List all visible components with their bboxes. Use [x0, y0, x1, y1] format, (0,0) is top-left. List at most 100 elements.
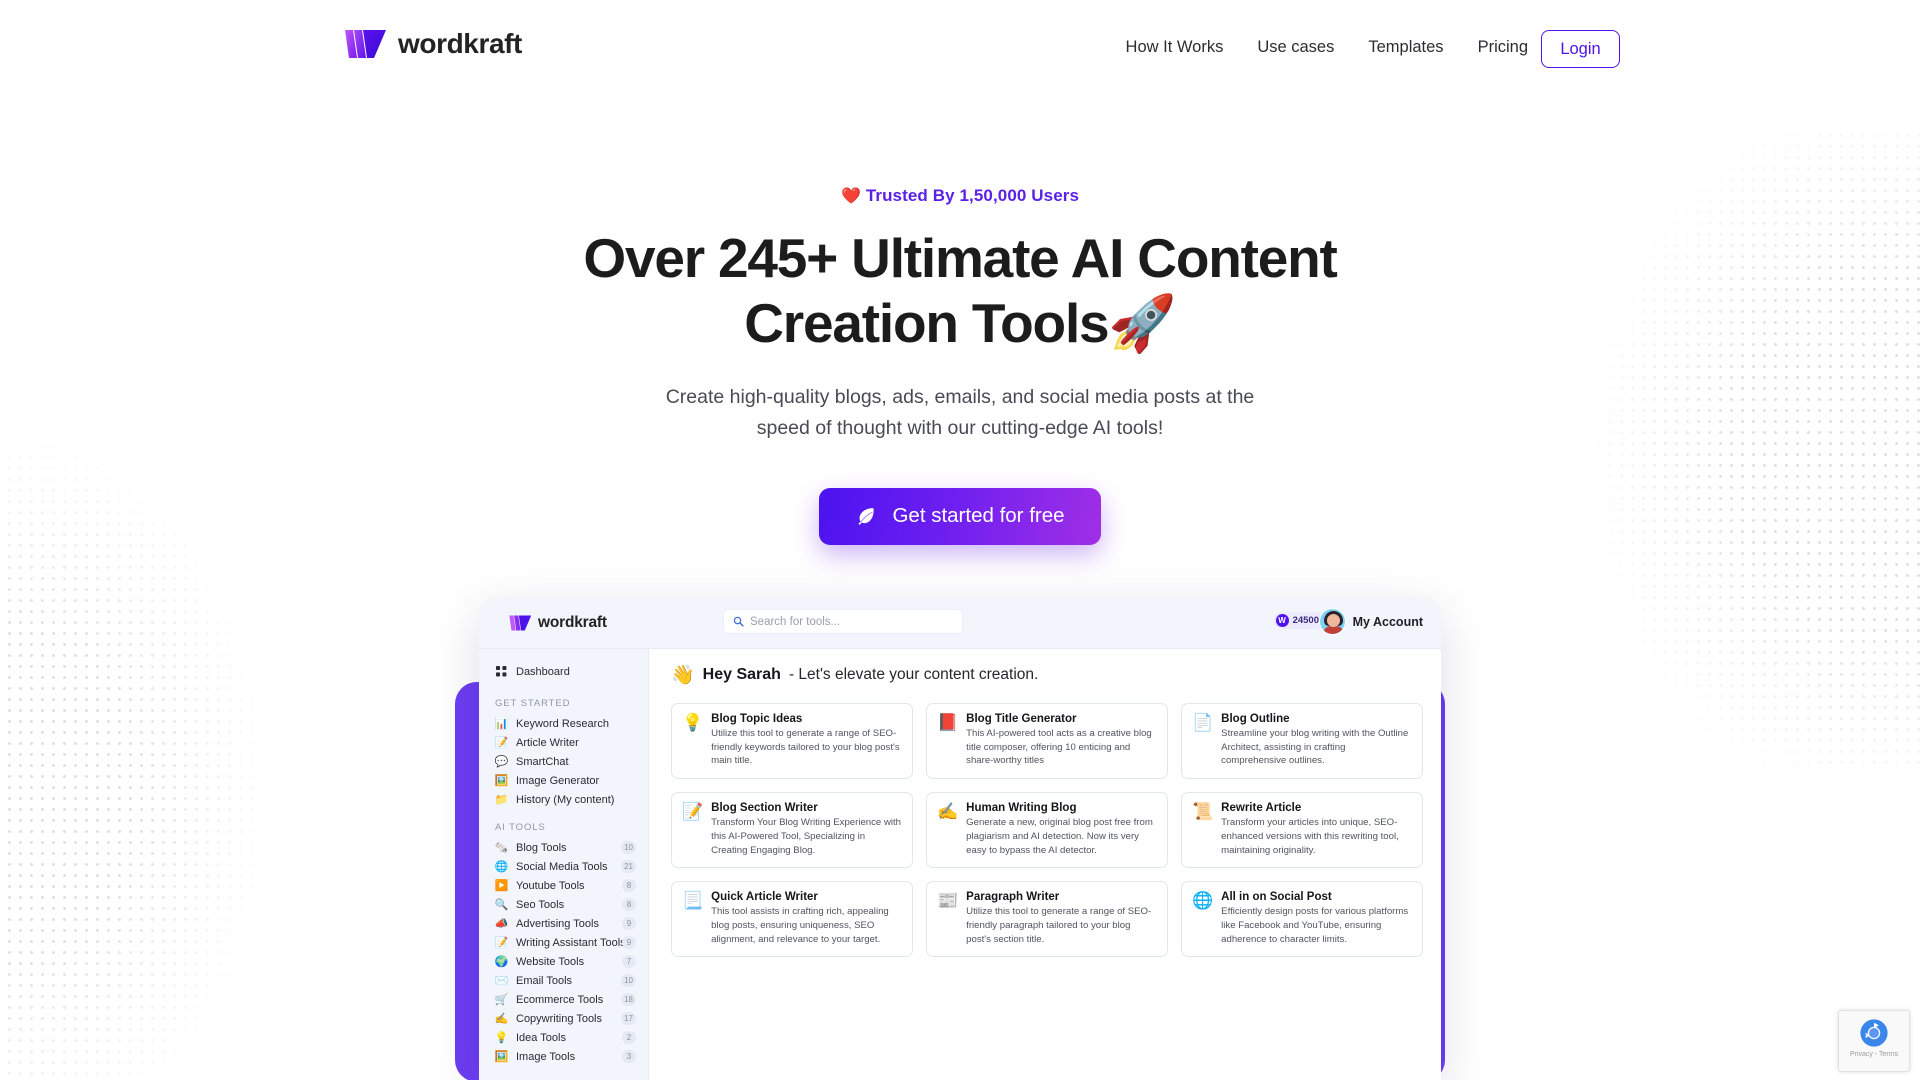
tool-card[interactable]: 📄 Blog Outline Streamline your blog writin… [1181, 703, 1423, 780]
sidebar-item-image-generator[interactable]: 🖼️ Image Generator [479, 771, 648, 790]
tool-card-description: Generate a new, original blog post free … [966, 817, 1153, 856]
tool-card-description: This tool assists in crafting rich, appe… [711, 906, 889, 945]
nav-link-templates[interactable]: Templates [1368, 38, 1443, 57]
sidebar-item-count: 21 [621, 860, 636, 873]
sidebar-item-count: 3 [622, 1050, 636, 1063]
sidebar-item-count: 2 [622, 1031, 636, 1044]
sidebar-item-icon: ▶️ [494, 880, 509, 892]
tool-card-description: Utilize this tool to generate a range of… [711, 728, 900, 767]
top-navigation-bar: wordkraft How It Works Use cases Templat… [0, 0, 1920, 100]
sidebar-item-count: 10 [621, 974, 636, 987]
mockup-brand-logo[interactable]: wordkraft [509, 614, 607, 632]
tool-card[interactable]: 📕 Blog Title Generator This AI-powered too… [926, 703, 1168, 780]
mockup-body: Dashboard GET STARTED 📊 Keyword Research 📝… [479, 649, 1441, 1080]
sidebar-item-label: Idea Tools [516, 1031, 566, 1044]
brand-logo-link[interactable]: wordkraft [345, 28, 522, 60]
account-label: My Account [1352, 614, 1423, 629]
get-started-button[interactable]: Get started for free [819, 487, 1101, 545]
tool-card-description: Utilize this tool to generate a range of… [966, 906, 1152, 945]
sidebar-section-get-started: GET STARTED [495, 698, 571, 709]
sidebar-item-label: Copywriting Tools [516, 1012, 603, 1025]
sidebar-item-website-tools[interactable]: 🌍 Website Tools 7 [479, 952, 648, 971]
sidebar-item-icon: 📝 [494, 937, 509, 949]
sidebar-item-label: Ecommerce Tools [516, 993, 604, 1006]
tool-card-description: This AI-powered tool acts as a creative … [966, 728, 1152, 767]
sidebar-item-copywriting-tools[interactable]: ✍️ Copywriting Tools 17 [479, 1009, 648, 1028]
sidebar-item-writing-assistant-tools[interactable]: 📝 Writing Assistant Tools 9 [479, 933, 648, 952]
greeting: 👋 Hey Sarah - Let's elevate your content… [671, 663, 1423, 687]
login-button[interactable]: Login [1541, 30, 1620, 68]
sidebar-item-label: Advertising Tools [516, 917, 599, 930]
sidebar-item-icon: 📊 [494, 718, 509, 730]
sidebar-item-label: Seo Tools [516, 898, 565, 911]
sidebar-item-icon: 📣 [494, 918, 509, 930]
hero-title-line-2: Creation Tools🚀 [744, 291, 1177, 354]
sidebar-item-icon: 🗞️ [494, 842, 509, 854]
sidebar-item-icon: 🖼️ [494, 775, 509, 787]
nav-link-use-cases[interactable]: Use cases [1257, 38, 1334, 57]
page-title: Over 245+ Ultimate AI Content Creation T… [560, 226, 1360, 356]
sidebar-item-ecommerce-tools[interactable]: 🛒 Ecommerce Tools 18 [479, 990, 648, 1009]
sidebar-item-label: Dashboard [516, 665, 570, 678]
sidebar-item-label: Website Tools [516, 955, 585, 968]
tool-card[interactable]: 📰 Paragraph Writer Utilize this tool to ge… [926, 881, 1168, 958]
sidebar-item-icon: 🌐 [494, 861, 509, 873]
sidebar-item-youtube-tools[interactable]: ▶️ Youtube Tools 8 [479, 876, 648, 895]
sidebar-item-icon: ✍️ [494, 1013, 509, 1025]
sidebar-item-smartchat[interactable]: 💬 SmartChat [479, 752, 648, 771]
sidebar-item-count: 7 [622, 955, 636, 968]
sidebar-item-seo-tools[interactable]: 🔍 Seo Tools 8 [479, 895, 648, 914]
tool-card[interactable]: 💡 Blog Topic Ideas Utilize this tool to ge… [671, 703, 913, 780]
sidebar-section-ai-tools: AI TOOLS [495, 822, 546, 833]
magnifier-icon [733, 616, 744, 627]
sidebar-item-dashboard[interactable]: Dashboard [479, 661, 648, 685]
brand-name-text: wordkraft [398, 28, 522, 59]
tool-card-title: Blog Title Generator [966, 713, 1077, 725]
nav-link-how-it-works[interactable]: How It Works [1126, 38, 1224, 57]
heart-icon: ❤️ [840, 188, 861, 205]
sidebar-item-count: 8 [622, 879, 636, 892]
sidebar-item-icon: 🛒 [494, 994, 509, 1006]
avatar [1318, 608, 1346, 635]
sidebar-item-social-media-tools[interactable]: 🌐 Social Media Tools 21 [479, 857, 648, 876]
account-menu[interactable]: My Account [1318, 608, 1423, 635]
tool-card-title: Blog Section Writer [711, 802, 818, 815]
nav-link-pricing[interactable]: Pricing [1478, 38, 1528, 57]
tool-card-description: Transform your articles into unique, SEO… [1221, 817, 1399, 856]
sidebar-item-article-writer[interactable]: 📝 Article Writer [479, 733, 648, 752]
sidebar-item-label: SmartChat [516, 755, 569, 768]
sidebar-item-label: History (My content) [516, 793, 615, 806]
sidebar-item-label: Social Media Tools [516, 860, 608, 873]
sidebar-get-started-list: 📊 Keyword Research 📝 Article Writer 💬 SmartCh… [479, 714, 648, 809]
search-input[interactable]: Search for tools... [723, 609, 963, 634]
tool-card-title: Blog Topic Ideas [711, 713, 803, 725]
tool-card[interactable]: 📜 Rewrite Article Transform your articles … [1181, 792, 1423, 869]
recaptcha-badge[interactable]: Privacy - Terms [1838, 1010, 1910, 1072]
feather-icon [858, 508, 875, 526]
waving-hand-icon: 👋 [671, 665, 695, 686]
sidebar-item-email-tools[interactable]: ✉️ Email Tools 10 [479, 971, 648, 990]
sidebar-item-icon: 🖼️ [494, 1051, 509, 1063]
credit-coin-icon: W [1275, 614, 1289, 627]
tool-card-icon: 📰 [937, 891, 959, 911]
sidebar-item-keyword-research[interactable]: 📊 Keyword Research [479, 714, 648, 733]
sidebar-item-image-tools[interactable]: 🖼️ Image Tools 3 [479, 1047, 648, 1066]
sidebar-item-advertising-tools[interactable]: 📣 Advertising Tools 9 [479, 914, 648, 933]
credits-value: 24500 [1292, 615, 1319, 626]
recaptcha-privacy-terms: Privacy - Terms [1849, 1051, 1899, 1058]
tool-card[interactable]: ✍️ Human Writing Blog Generate a new, orig… [926, 792, 1168, 869]
wordkraft-w-logo-icon [509, 615, 532, 630]
app-mockup-window: wordkraft Search for tools... W 24500 My… [479, 597, 1441, 1080]
greeting-name: Hey Sarah [702, 666, 781, 683]
tool-card[interactable]: 📃 Quick Article Writer This tool assists i… [671, 881, 913, 958]
sidebar-item-idea-tools[interactable]: 💡 Idea Tools 2 [479, 1028, 648, 1047]
hero-section: ❤️ Trusted By 1,50,000 Users Over 245+ U… [0, 186, 1920, 545]
tool-card-icon: ✍️ [937, 802, 959, 822]
sidebar-item-count: 18 [621, 993, 636, 1006]
tool-card-description: Efficiently design posts for various pla… [1221, 906, 1409, 945]
sidebar-item-blog-tools[interactable]: 🗞️ Blog Tools 10 [479, 838, 648, 857]
tool-card[interactable]: 📝 Blog Section Writer Transform Your Blog … [671, 792, 913, 869]
sidebar-item-label: Article Writer [516, 736, 579, 749]
sidebar-item-history-my-content[interactable]: 📁 History (My content) [479, 790, 648, 809]
tool-card[interactable]: 🌐 All in on Social Post Efficiently design… [1181, 881, 1423, 958]
